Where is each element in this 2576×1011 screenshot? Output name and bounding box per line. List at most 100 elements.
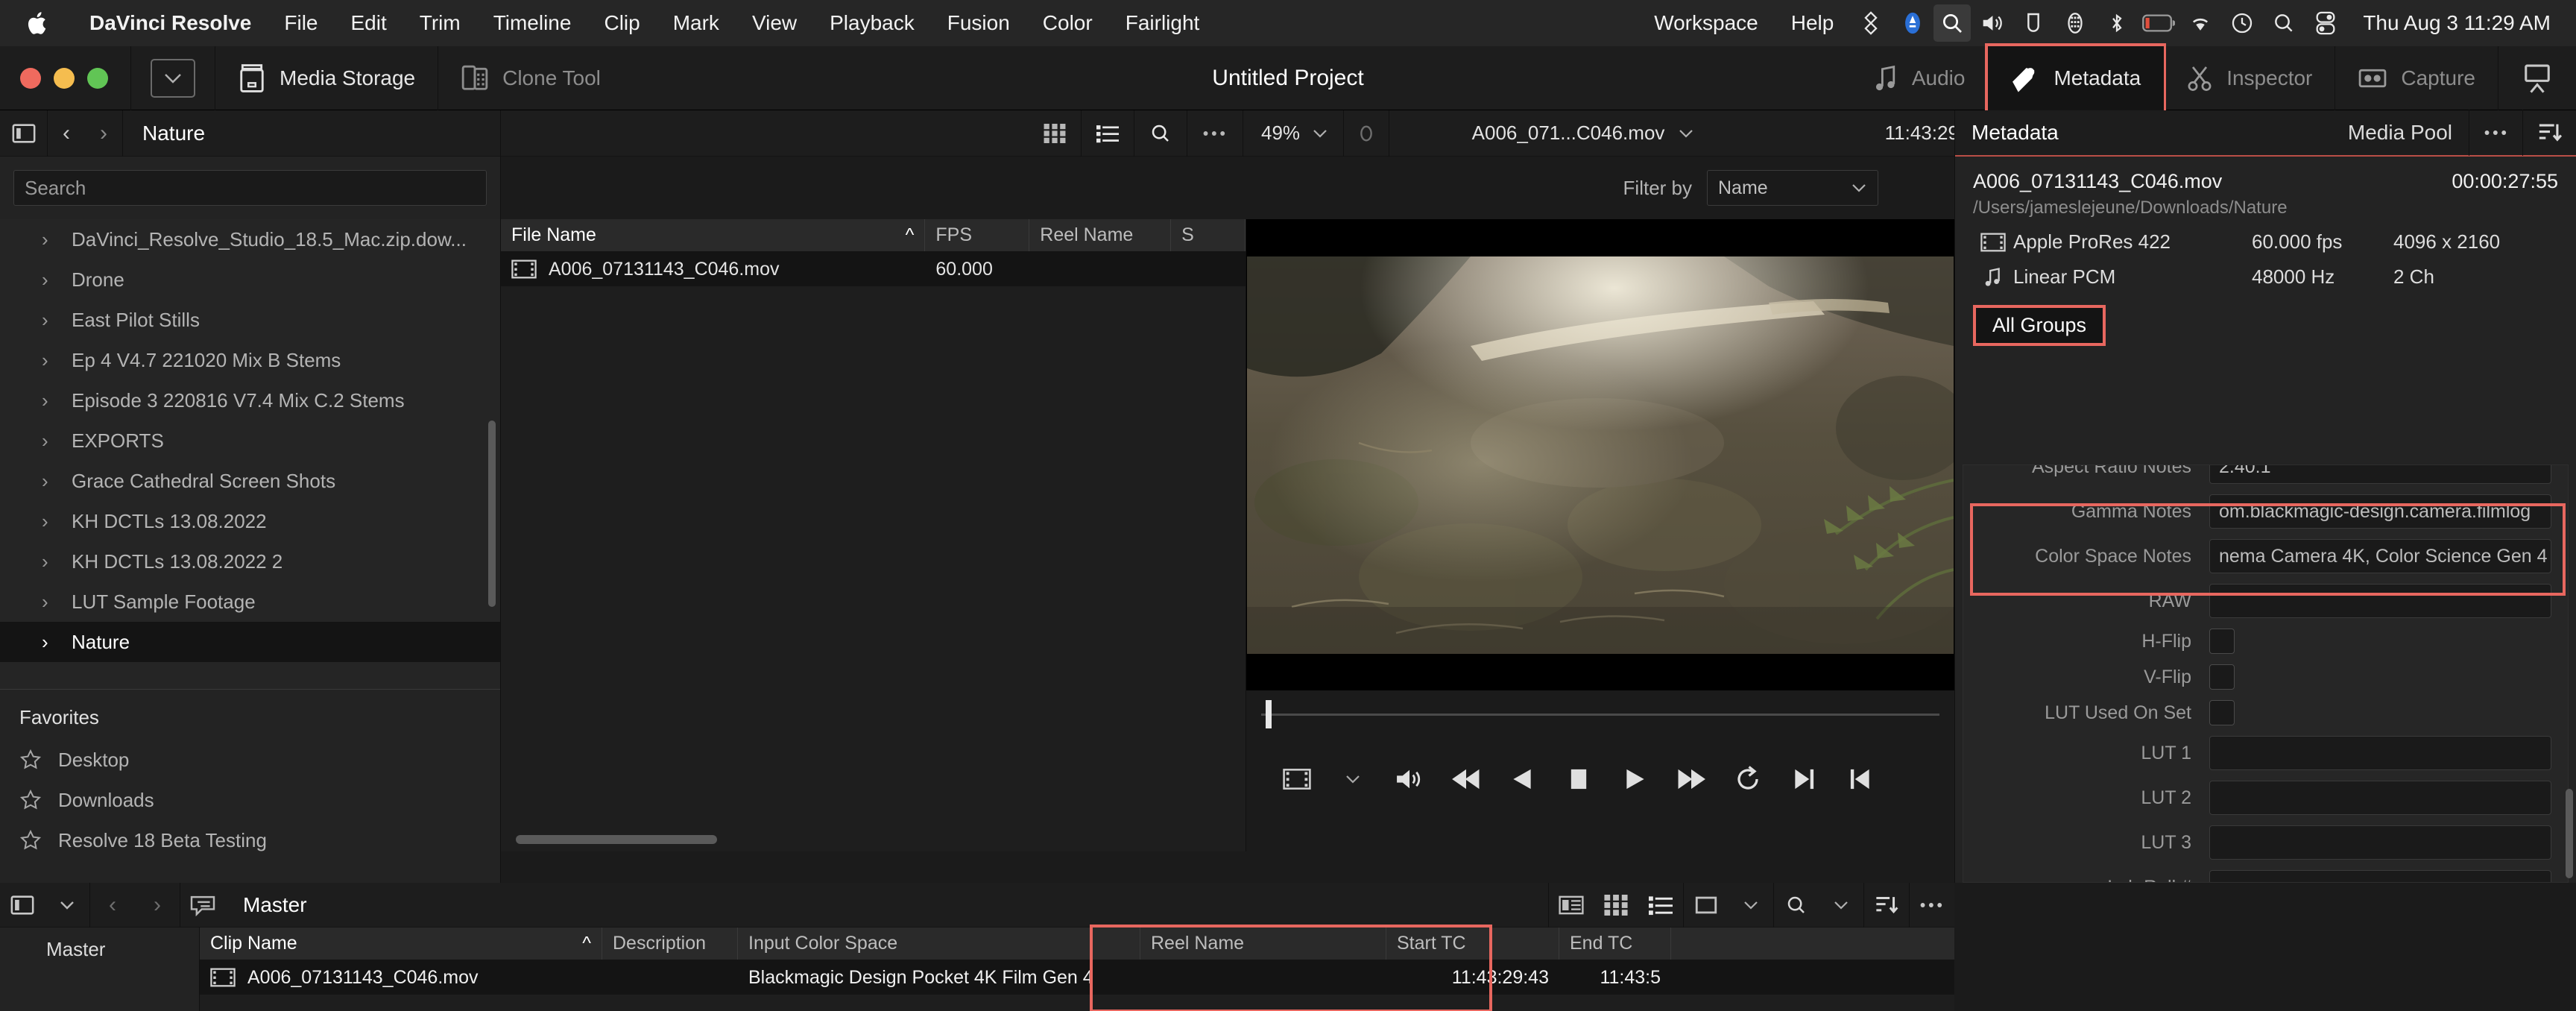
jump-to-end-button[interactable] [1663, 750, 1720, 808]
apple-logo-icon[interactable] [25, 8, 51, 38]
column-header-s[interactable]: S [1171, 219, 1246, 251]
column-header-reel-name[interactable]: Reel Name [1029, 219, 1172, 251]
column-header-start-tc[interactable]: Start TC [1386, 927, 1559, 960]
field-input[interactable]: om.blackmagic-design.camera.filmlog [2209, 494, 2551, 529]
menu-fusion[interactable]: Fusion [931, 0, 1026, 46]
favorite-item-resolve-18-beta[interactable]: Resolve 18 Beta Testing [0, 820, 500, 860]
smart-bin-icon[interactable] [180, 883, 225, 927]
field-input[interactable]: 2.40:1 [2209, 465, 2551, 484]
tree-item-ep4-mixb[interactable]: › Ep 4 V4.7 221020 Mix B Stems [0, 340, 500, 380]
zoom-level-selector[interactable]: 49% [1246, 110, 1345, 157]
folder-tree[interactable]: › DaVinci_Resolve_Studio_18.5_Mac.zip.dow… [0, 219, 500, 689]
metadata-panel-button[interactable]: Metadata [1985, 42, 2167, 113]
field-input[interactable]: nema Camera 4K, Color Science Gen 4 [2209, 539, 2551, 573]
column-header-end-tc[interactable]: End TC [1559, 927, 1671, 960]
column-header-input-color-space[interactable]: Input Color Space [738, 927, 1140, 960]
chevron-down-icon[interactable] [1678, 128, 1694, 139]
field-v-flip[interactable]: V-Flip [1963, 659, 2568, 695]
table-row[interactable]: A006_07131143_C046.mov 60.000 [501, 252, 1246, 286]
jump-to-start-button[interactable] [1438, 750, 1494, 808]
chevron-down-icon-2[interactable] [1819, 883, 1863, 927]
tree-item-kh-dctls[interactable]: › KH DCTLs 13.08.2022 [0, 501, 500, 541]
chevron-right-icon[interactable]: › [42, 470, 48, 493]
minimize-window-button[interactable] [54, 67, 75, 89]
field-lab-roll[interactable]: Lab Roll # [1963, 865, 2568, 882]
menu-view[interactable]: View [736, 0, 813, 46]
onedrive-icon[interactable] [1892, 6, 1933, 40]
chevron-right-icon[interactable]: › [42, 228, 48, 251]
tree-item-lut-sample-footage[interactable]: › LUT Sample Footage [0, 582, 500, 622]
field-h-flip[interactable]: H-Flip [1963, 623, 2568, 659]
chevron-down-icon[interactable] [1312, 128, 1328, 139]
column-header-reel-name[interactable]: Reel Name [1140, 927, 1386, 960]
toggle-sidebar-icon[interactable] [0, 110, 48, 157]
menu-mark[interactable]: Mark [657, 0, 736, 46]
chevron-right-icon[interactable]: › [42, 349, 48, 372]
list-view-button[interactable] [1082, 110, 1134, 157]
bin-item-master[interactable]: Master [0, 927, 199, 961]
list-view-icon[interactable] [1638, 883, 1683, 927]
favorite-item-downloads[interactable]: Downloads [0, 780, 500, 820]
field-checkbox[interactable] [2209, 629, 2235, 654]
field-aspect-ratio-notes[interactable]: Aspect Ratio Notes 2.40:1 [1963, 465, 2568, 489]
column-header-file-name[interactable]: File Name ^ [501, 219, 926, 251]
grid-view-button[interactable] [1029, 110, 1082, 157]
search-icon[interactable] [1774, 883, 1819, 927]
bin-nav-back-icon[interactable]: ‹ [90, 883, 135, 927]
field-color-space-notes[interactable]: Color Space Notes nema Camera 4K, Color … [1963, 534, 2568, 579]
tree-item-grace-cathedral[interactable]: › Grace Cathedral Screen Shots [0, 461, 500, 501]
more-options-button[interactable] [1187, 110, 1243, 157]
tree-item-east-pilot-stills[interactable]: › East Pilot Stills [0, 300, 500, 340]
aspect-icon[interactable] [1684, 883, 1729, 927]
control-center-icon[interactable] [2305, 6, 2346, 40]
capture-panel-button[interactable]: Capture [2335, 46, 2498, 110]
tab-metadata[interactable]: Metadata [1955, 110, 2075, 156]
timemachine-icon[interactable] [2221, 6, 2263, 40]
previous-clip-button[interactable] [1832, 750, 1889, 808]
chevron-right-icon[interactable]: › [42, 510, 48, 533]
tab-media-pool[interactable]: Media Pool [2332, 110, 2469, 156]
sort-order-button[interactable] [2522, 110, 2576, 156]
menu-edit[interactable]: Edit [335, 0, 403, 46]
play-reverse-button[interactable] [1494, 750, 1551, 808]
menu-trim[interactable]: Trim [403, 0, 477, 46]
chevron-right-icon[interactable]: › [42, 268, 48, 292]
display-icon[interactable] [2012, 6, 2054, 40]
menu-workspace[interactable]: Workspace [1638, 0, 1775, 46]
menu-help[interactable]: Help [1775, 0, 1851, 46]
menu-bar-clock[interactable]: Thu Aug 3 11:29 AM [2363, 11, 2551, 35]
field-lut-3[interactable]: LUT 3 [1963, 820, 2568, 865]
next-clip-button[interactable] [1776, 750, 1833, 808]
metadata-more-options-button[interactable] [2469, 110, 2522, 156]
column-header-description[interactable]: Description [602, 927, 738, 960]
nav-forward-icon[interactable]: › [85, 121, 122, 146]
viewer-clip-selector[interactable]: A006_071...C046.mov [1389, 122, 1777, 145]
chevron-down-icon[interactable] [1851, 183, 1867, 193]
stop-button[interactable] [1550, 750, 1607, 808]
filter-by-select[interactable]: Name [1707, 170, 1878, 206]
wifi-icon[interactable] [2179, 6, 2221, 40]
menu-timeline[interactable]: Timeline [477, 0, 588, 46]
play-forward-button[interactable] [1607, 750, 1664, 808]
chevron-right-icon[interactable]: › [42, 309, 48, 332]
menu-fairlight[interactable]: Fairlight [1109, 0, 1216, 46]
chevron-right-icon[interactable]: › [42, 631, 48, 654]
tree-item-episode3-mixc[interactable]: › Episode 3 220816 V7.4 Mix C.2 Stems [0, 380, 500, 421]
search-input[interactable]: Search [13, 170, 487, 206]
search-icon[interactable] [2263, 6, 2305, 40]
tree-scrollbar[interactable] [488, 421, 496, 607]
all-groups-selector[interactable]: All Groups [1973, 304, 2106, 346]
tree-item-kh-dctls-2[interactable]: › KH DCTLs 13.08.2022 2 [0, 541, 500, 582]
volume-icon[interactable] [1971, 6, 2012, 40]
bin-nav-forward-icon[interactable]: › [135, 883, 180, 927]
chevron-right-icon[interactable]: › [42, 550, 48, 573]
maximize-window-button[interactable] [87, 67, 108, 89]
inspector-panel-button[interactable]: Inspector [2164, 46, 2334, 110]
tree-item-drone[interactable]: › Drone [0, 259, 500, 300]
file-table-horizontal-scrollbar[interactable] [516, 835, 717, 844]
nav-back-icon[interactable]: ‹ [48, 121, 85, 146]
loop-button[interactable] [1720, 750, 1776, 808]
chevron-down-icon[interactable] [1325, 750, 1382, 808]
chevron-right-icon[interactable]: › [42, 590, 48, 614]
field-lut-2[interactable]: LUT 2 [1963, 775, 2568, 820]
